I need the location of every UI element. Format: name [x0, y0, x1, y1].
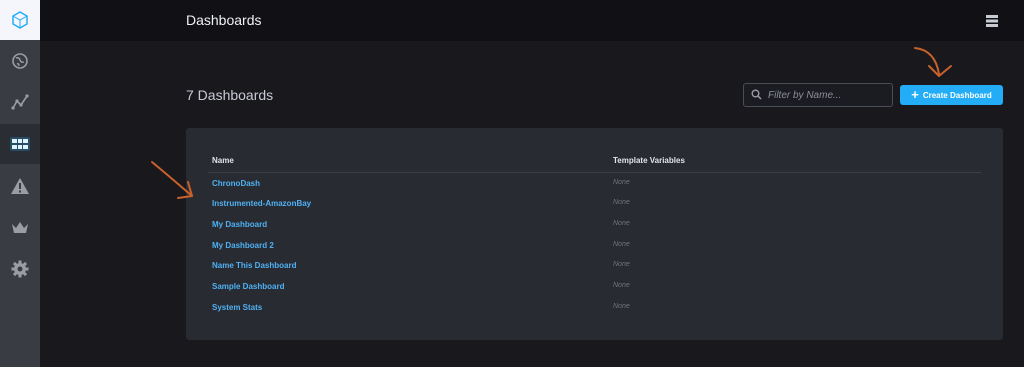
template-variables-value: None: [613, 199, 630, 206]
globe-icon: [12, 53, 28, 69]
create-dashboard-label: Create Dashboard: [922, 90, 992, 100]
table-row: Name This Dashboard None: [208, 256, 981, 276]
page-title: Dashboards: [186, 12, 262, 28]
dashboard-link[interactable]: ChronoDash: [212, 179, 260, 188]
table-row: System Stats None: [208, 298, 981, 318]
column-header-template-variables: Template Variables: [613, 156, 685, 165]
template-variables-value: None: [613, 261, 630, 268]
dashboard-grid-icon: [10, 137, 30, 151]
create-dashboard-button[interactable]: + Create Dashboard: [900, 85, 1003, 105]
search-icon: [751, 89, 762, 100]
crown-icon: [12, 222, 28, 233]
table-divider: [208, 172, 981, 173]
table-row: Sample Dashboard None: [208, 277, 981, 297]
template-variables-value: None: [613, 241, 630, 248]
filter-field[interactable]: [743, 83, 893, 107]
annotation-arrow-create: [914, 47, 952, 77]
nav-admin[interactable]: [0, 207, 40, 247]
table-row: My Dashboard None: [208, 215, 981, 235]
dashboard-link[interactable]: My Dashboard 2: [212, 241, 274, 250]
alert-triangle-icon: [11, 178, 29, 194]
plus-icon: +: [911, 87, 919, 102]
nav-host-list[interactable]: [0, 41, 40, 81]
dashboard-link[interactable]: Name This Dashboard: [212, 261, 296, 270]
template-variables-value: None: [613, 303, 630, 310]
nav-alerting[interactable]: [0, 166, 40, 206]
list-menu-icon[interactable]: [986, 14, 998, 32]
graph-icon: [11, 94, 29, 110]
template-variables-value: None: [613, 282, 630, 289]
annotation-arrow-dashboard: [151, 161, 193, 199]
template-variables-value: None: [613, 179, 630, 186]
nav-dashboards[interactable]: [0, 124, 40, 164]
nav-configuration[interactable]: [0, 249, 40, 289]
dashboard-link[interactable]: System Stats: [212, 303, 262, 312]
column-header-name: Name: [212, 156, 234, 165]
table-row: My Dashboard 2 None: [208, 236, 981, 256]
table-row: Instrumented-AmazonBay None: [208, 194, 981, 214]
logo-icon: [12, 11, 28, 29]
page-header: Dashboards: [40, 0, 1024, 41]
dashboard-link[interactable]: Sample Dashboard: [212, 282, 284, 291]
dashboard-link[interactable]: Instrumented-AmazonBay: [212, 199, 311, 208]
filter-input[interactable]: [768, 87, 886, 103]
table-row: ChronoDash None: [208, 174, 981, 194]
dashboard-link[interactable]: My Dashboard: [212, 220, 267, 229]
nav-data-explorer[interactable]: [0, 82, 40, 122]
sidebar: [0, 0, 40, 367]
template-variables-value: None: [613, 220, 630, 227]
dashboards-table: Name Template Variables ChronoDash None …: [186, 128, 1003, 340]
gear-icon: [11, 260, 29, 278]
dashboard-count: 7 Dashboards: [186, 87, 274, 103]
logo[interactable]: [0, 0, 40, 40]
